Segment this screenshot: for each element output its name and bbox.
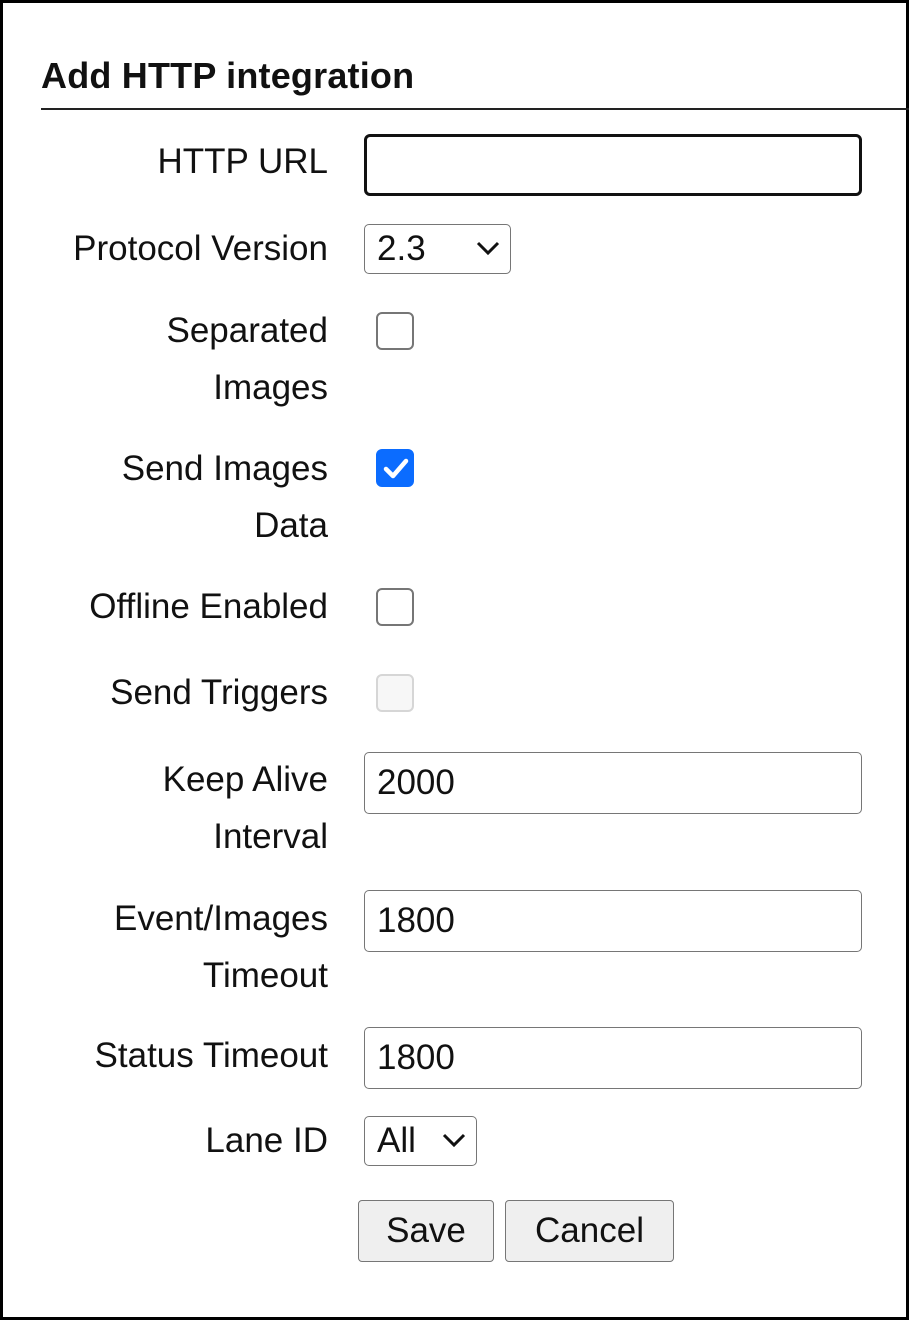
chevron-down-icon — [442, 1133, 466, 1148]
protocol-version-value: 2.3 — [377, 229, 426, 268]
integration-dialog: Add HTTP integration HTTP URL Protocol V… — [0, 0, 909, 1320]
chevron-down-icon — [476, 241, 500, 256]
checkmark-icon — [383, 458, 409, 479]
status-timeout-input[interactable] — [364, 1027, 862, 1089]
lane-id-label: Lane ID — [205, 1121, 328, 1160]
send-images-data-label: Send Images Data — [121, 449, 328, 545]
event-images-timeout-input[interactable] — [364, 890, 862, 952]
send-triggers-checkbox — [376, 674, 414, 712]
offline-enabled-label: Offline Enabled — [89, 587, 328, 626]
protocol-version-label: Protocol Version — [73, 229, 328, 268]
title-divider — [41, 108, 909, 110]
http-url-label: HTTP URL — [157, 142, 329, 181]
offline-enabled-checkbox[interactable] — [376, 588, 414, 626]
status-timeout-label: Status Timeout — [94, 1036, 328, 1075]
lane-id-select[interactable]: All — [364, 1116, 477, 1166]
separated-images-label: Separated Images — [166, 311, 328, 407]
save-button[interactable]: Save — [358, 1200, 494, 1262]
cancel-button[interactable]: Cancel — [505, 1200, 674, 1262]
separated-images-checkbox[interactable] — [376, 312, 414, 350]
protocol-version-select[interactable]: 2.3 — [364, 224, 511, 274]
keep-alive-interval-input[interactable] — [364, 752, 862, 814]
dialog-title: Add HTTP integration — [41, 55, 415, 96]
lane-id-value: All — [377, 1121, 416, 1160]
keep-alive-interval-label: Keep Alive Interval — [162, 760, 328, 856]
send-images-data-checkbox[interactable] — [376, 449, 414, 487]
send-triggers-label: Send Triggers — [110, 673, 328, 712]
http-url-input[interactable] — [364, 134, 862, 196]
event-images-timeout-label: Event/Images Timeout — [114, 899, 328, 995]
